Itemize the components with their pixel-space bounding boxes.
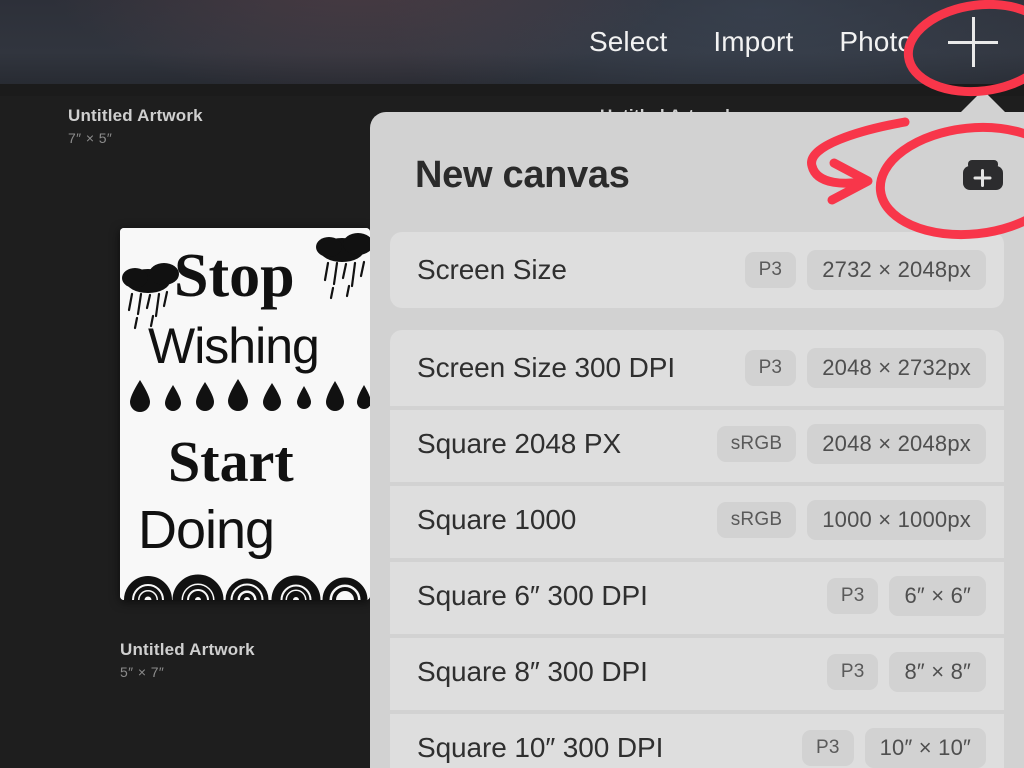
preset-group: Screen Size 300 DPI P3 2048 × 2732px Squ… xyxy=(370,330,1024,768)
popover-header: New canvas xyxy=(370,112,1024,232)
preset-name: Square 2048 PX xyxy=(417,428,622,459)
preset-name: Screen Size 300 DPI xyxy=(417,352,676,383)
preset-row-square-1000[interactable]: Square 1000 sRGB 1000 × 1000px xyxy=(390,482,1004,558)
top-navigation-bar: Select Import Photo xyxy=(0,0,1024,96)
preset-name: Square 1000 xyxy=(417,504,577,535)
preset-group: Screen Size P3 2732 × 2048px xyxy=(370,232,1024,308)
thumb-line2: Wishing xyxy=(148,318,319,374)
artwork-thumbnail[interactable]: Stop Wishing Start Doing xyxy=(120,228,370,600)
dimensions-badge: 1000 × 1000px xyxy=(807,500,986,540)
color-profile-badge: P3 xyxy=(826,578,879,614)
preset-badges: P3 8″ × 8″ xyxy=(826,652,986,692)
dimensions-badge: 8″ × 8″ xyxy=(889,652,986,692)
dimensions-badge: 10″ × 10″ xyxy=(864,728,986,768)
preset-row-square-6in-300dpi[interactable]: Square 6″ 300 DPI P3 6″ × 6″ xyxy=(390,558,1004,634)
color-profile-badge: P3 xyxy=(826,654,879,690)
preset-badges: sRGB 2048 × 2048px xyxy=(716,424,986,464)
color-profile-badge: sRGB xyxy=(716,426,797,462)
dimensions-badge: 2732 × 2048px xyxy=(807,250,986,290)
preset-row-screen-size-300dpi[interactable]: Screen Size 300 DPI P3 2048 × 2732px xyxy=(390,330,1004,406)
dimensions-badge: 2048 × 2048px xyxy=(807,424,986,464)
preset-badges: P3 2048 × 2732px xyxy=(744,348,986,388)
dimensions-badge: 2048 × 2732px xyxy=(807,348,986,388)
preset-name: Square 6″ 300 DPI xyxy=(417,580,648,611)
artwork-size: 5″ × 7″ xyxy=(120,664,165,680)
artwork-card[interactable]: Untitled Artwork 5″ × 7″ xyxy=(120,640,255,680)
color-profile-badge: sRGB xyxy=(716,502,797,538)
new-canvas-icon-glyph xyxy=(963,160,1003,190)
artwork-title: Untitled Artwork xyxy=(68,106,203,125)
preset-name: Screen Size xyxy=(417,254,567,285)
color-profile-badge: P3 xyxy=(801,730,854,766)
plus-icon-vertical xyxy=(971,17,975,67)
preset-row-square-2048-px[interactable]: Square 2048 PX sRGB 2048 × 2048px xyxy=(390,406,1004,482)
color-profile-badge: P3 xyxy=(744,252,797,288)
dimensions-badge: 6″ × 6″ xyxy=(889,576,986,616)
preset-badges: sRGB 1000 × 1000px xyxy=(716,500,986,540)
preset-badges: P3 2732 × 2048px xyxy=(744,250,986,290)
new-canvas-icon[interactable] xyxy=(953,153,1015,201)
thumb-line3: Start xyxy=(168,429,294,494)
thumb-line1: Stop xyxy=(174,242,295,310)
artwork-title: Untitled Artwork xyxy=(120,640,255,659)
preset-row-screen-size[interactable]: Screen Size P3 2732 × 2048px xyxy=(390,232,1004,308)
preset-badges: P3 6″ × 6″ xyxy=(826,576,986,616)
popover-caret xyxy=(961,90,1005,112)
preset-name: Square 10″ 300 DPI xyxy=(417,732,664,763)
thumbnail-artwork-graphic: Stop Wishing Start Doing xyxy=(120,228,370,600)
nav-button-select[interactable]: Select xyxy=(566,26,690,58)
preset-row-square-10in-300dpi[interactable]: Square 10″ 300 DPI P3 10″ × 10″ xyxy=(390,710,1004,768)
thumb-line4: Doing xyxy=(138,500,274,560)
nav-button-photo[interactable]: Photo xyxy=(816,26,936,58)
preset-badges: P3 10″ × 10″ xyxy=(801,728,986,768)
preset-name: Square 8″ 300 DPI xyxy=(417,656,648,687)
color-profile-badge: P3 xyxy=(744,350,797,386)
artwork-size: 7″ × 5″ xyxy=(68,130,113,146)
canvas-preset-list[interactable]: Screen Size P3 2732 × 2048px Screen Size… xyxy=(370,232,1024,768)
nav-button-import[interactable]: Import xyxy=(690,26,816,58)
new-canvas-popover: New canvas Screen Size P3 2732 × 2048px … xyxy=(370,112,1024,768)
page-title: New canvas xyxy=(415,154,630,196)
preset-row-square-8in-300dpi[interactable]: Square 8″ 300 DPI P3 8″ × 8″ xyxy=(390,634,1004,710)
artwork-card[interactable]: Untitled Artwork 7″ × 5″ xyxy=(68,106,203,146)
plus-icon[interactable] xyxy=(936,7,1010,77)
